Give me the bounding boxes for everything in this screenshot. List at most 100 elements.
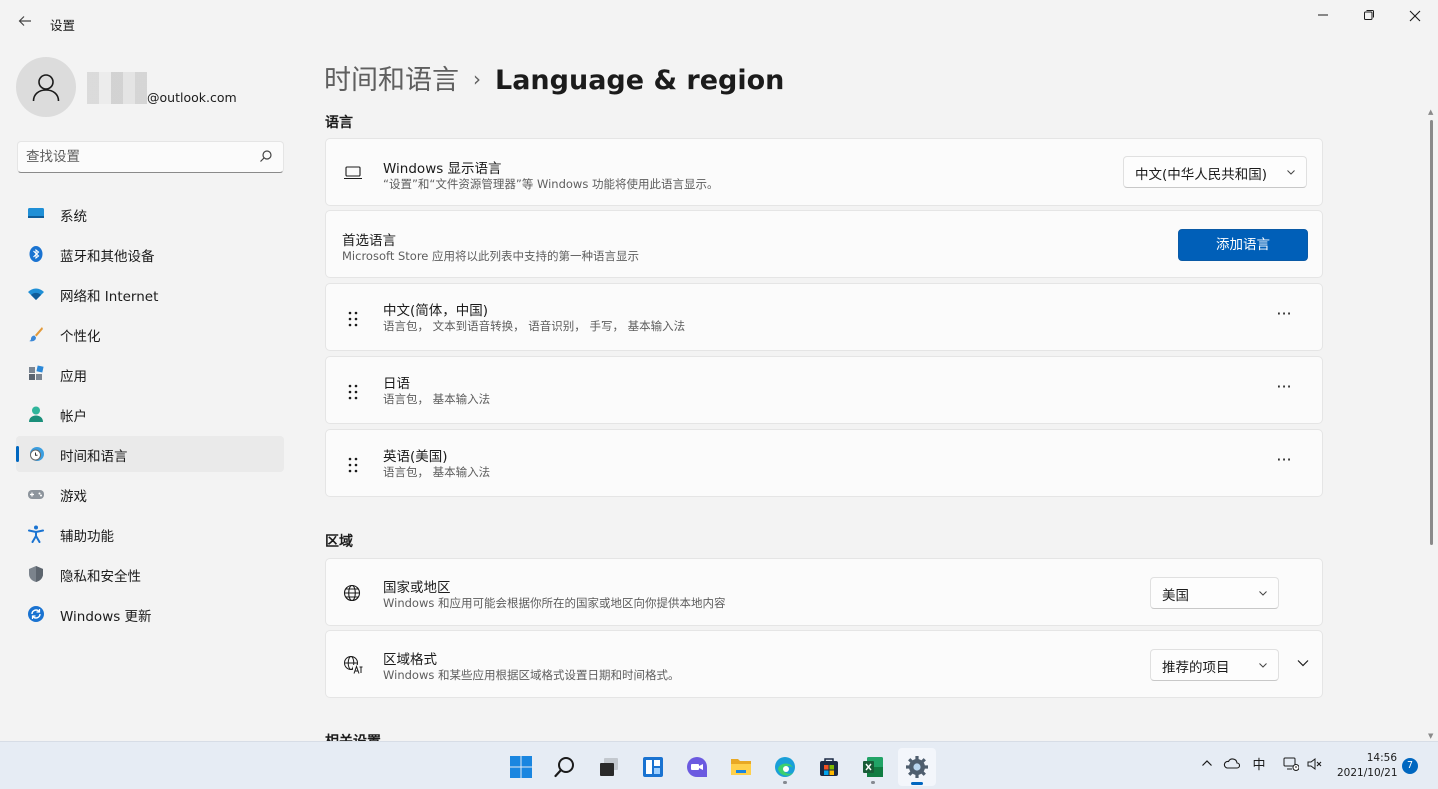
display-language-subtitle: “设置”和“文件资源管理器”等 Windows 功能将使用此语言显示。 [383,177,719,191]
drag-handle-icon[interactable] [347,383,359,401]
sidebar-item-label: 应用 [60,369,87,385]
language-features: 语言包， 文本到语音转换， 语音识别， 手写， 基本输入法 [383,319,686,333]
account-icon [29,406,43,422]
section-title-region: 区域 [325,534,353,550]
settings-button[interactable] [898,748,936,786]
sidebar-item-network[interactable]: 网络和 Internet [16,276,284,312]
sidebar-item-accessibility[interactable]: 辅助功能 [16,516,284,552]
sidebar-item-accounts[interactable]: 帐户 [16,396,284,432]
back-arrow-icon[interactable] [14,12,36,34]
network-icon[interactable] [1282,757,1300,775]
drag-handle-icon[interactable] [347,310,359,328]
search-icon [554,757,574,778]
time-language-icon [30,447,44,461]
title-bar: 设置 [0,0,1438,48]
globe-icon [343,584,361,602]
display-language-value: 中文(中华人民共和国) [1135,167,1268,183]
ime-indicator[interactable]: 中 [1250,757,1268,775]
app-title: 设置 [50,18,76,33]
breadcrumb-separator: › [473,67,481,91]
file-explorer-icon [731,759,751,775]
regional-format-value: 推荐的项目 [1162,660,1230,676]
sidebar-item-label: 辅助功能 [60,529,114,545]
chat-button[interactable] [678,748,716,786]
wifi-icon [28,288,44,300]
store-button[interactable] [810,748,848,786]
clock-time: 14:56 [1366,752,1397,764]
more-options-icon[interactable]: ··· [1274,379,1294,401]
chevron-down-icon [1259,591,1267,596]
accessibility-icon [28,525,44,543]
section-title-related: 相关设置 [325,731,381,741]
close-icon[interactable] [1400,6,1430,28]
sidebar-item-apps[interactable]: 应用 [16,356,284,392]
sidebar-item-gaming[interactable]: 游戏 [16,476,284,512]
country-region-dropdown[interactable]: 美国 [1150,577,1279,609]
running-indicator [871,781,875,784]
taskbar-search-button[interactable] [546,748,584,786]
active-app-indicator [911,782,923,785]
avatar[interactable] [16,57,76,117]
sidebar-item-label: 隐私和安全性 [60,569,141,585]
settings-icon [906,756,928,778]
apps-icon [29,365,44,380]
more-options-icon[interactable]: ··· [1274,306,1294,328]
onedrive-icon[interactable] [1222,757,1240,775]
preferred-languages-title: 首选语言 [342,233,396,249]
language-row[interactable]: 英语(美国) 语言包， 基本输入法 ··· [325,429,1323,497]
widgets-button[interactable] [634,748,672,786]
breadcrumb: 时间和语言 › Language & region [324,58,784,98]
shield-icon [29,566,43,582]
sidebar-item-personalization[interactable]: 个性化 [16,316,284,352]
country-region-subtitle: Windows 和应用可能会根据你所在的国家或地区向你提供本地内容 [383,596,726,610]
search-icon[interactable] [259,149,273,163]
country-region-card: 国家或地区 Windows 和应用可能会根据你所在的国家或地区向你提供本地内容 … [325,558,1323,626]
drag-handle-icon[interactable] [347,456,359,474]
start-icon [510,756,532,778]
more-options-icon[interactable]: ··· [1274,452,1294,474]
display-language-title: Windows 显示语言 [383,161,502,177]
maximize-icon[interactable] [1354,6,1384,28]
sidebar-item-label: 蓝牙和其他设备 [60,249,155,265]
language-name: 中文(简体，中国) [383,303,489,319]
add-language-button[interactable]: 添加语言 [1178,229,1308,261]
language-name: 英语(美国) [383,449,448,465]
language-row[interactable]: 中文(简体，中国) 语言包， 文本到语音转换， 语音识别， 手写， 基本输入法 … [325,283,1323,351]
chevron-up-icon[interactable] [1198,757,1216,775]
volume-muted-icon[interactable] [1306,757,1324,775]
update-icon [28,606,44,622]
chevron-down-icon [1259,663,1267,668]
sidebar-item-system[interactable]: 系统 [16,196,284,232]
edge-button[interactable] [766,748,804,786]
excel-button[interactable] [854,748,892,786]
scrollbar[interactable]: ▲ ▼ [1426,108,1438,740]
sidebar-item-privacy[interactable]: 隐私和安全性 [16,556,284,592]
country-region-title: 国家或地区 [383,580,451,596]
sidebar-item-time-language[interactable]: 时间和语言 [16,436,284,472]
scroll-down-icon[interactable]: ▼ [1428,732,1433,740]
section-title-language: 语言 [325,115,353,131]
expand-chevron-icon[interactable] [1296,656,1310,670]
start-button[interactable] [502,748,540,786]
notification-badge[interactable]: 7 [1402,758,1418,774]
sidebar-item-windows-update[interactable]: Windows 更新 [16,596,284,632]
chat-icon [687,757,707,777]
sidebar-item-label: 时间和语言 [60,449,128,465]
search-input[interactable] [26,147,251,167]
clock-date: 2021/10/21 [1337,767,1398,779]
scrollbar-thumb[interactable] [1430,120,1433,545]
language-row[interactable]: 日语 语言包， 基本输入法 ··· [325,356,1323,424]
country-region-value: 美国 [1162,588,1189,604]
sidebar-item-bluetooth[interactable]: 蓝牙和其他设备 [16,236,284,272]
regional-format-subtitle: Windows 和某些应用根据区域格式设置日期和时间格式。 [383,668,680,682]
file-explorer-button[interactable] [722,748,760,786]
clock[interactable]: 14:56 2021/10/21 [1337,751,1398,781]
system-icon [28,208,44,218]
search-box[interactable] [17,141,284,173]
regional-format-dropdown[interactable]: 推荐的项目 [1150,649,1279,681]
breadcrumb-parent[interactable]: 时间和语言 [324,65,459,96]
display-language-dropdown[interactable]: 中文(中华人民共和国) [1123,156,1307,188]
scroll-up-icon[interactable]: ▲ [1428,108,1433,116]
minimize-icon[interactable] [1308,6,1338,28]
task-view-button[interactable] [590,748,628,786]
